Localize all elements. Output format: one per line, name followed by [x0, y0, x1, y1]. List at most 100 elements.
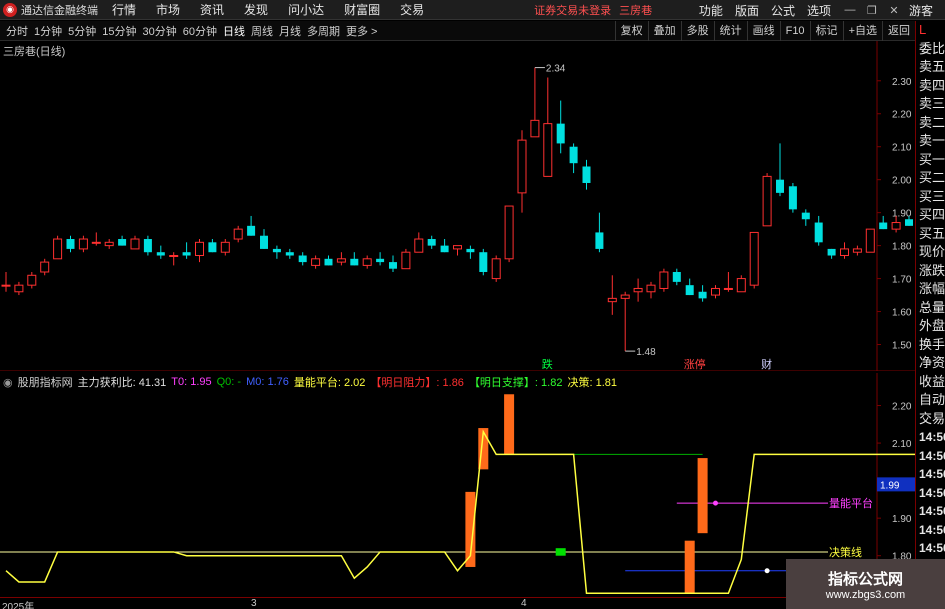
- sidebar-item[interactable]: 现价: [916, 243, 945, 262]
- sidebar-item[interactable]: 总量: [916, 299, 945, 318]
- indicator-bar: [697, 458, 708, 534]
- sidebar-item[interactable]: 买三: [916, 188, 945, 207]
- menu-discover[interactable]: 发现: [244, 1, 268, 18]
- indicator-name[interactable]: 股朋指标网: [18, 374, 73, 390]
- candle-body: [466, 248, 475, 253]
- tool-f10[interactable]: F10: [779, 21, 810, 41]
- candle-body: [698, 291, 707, 299]
- minimize-icon[interactable]: —: [843, 3, 857, 17]
- candle-body: [350, 258, 359, 266]
- candle-body: [840, 248, 849, 257]
- period-60min[interactable]: 60分钟: [183, 23, 217, 39]
- menu-news[interactable]: 资讯: [200, 1, 224, 18]
- period-1min[interactable]: 1分钟: [34, 23, 62, 39]
- candle-body: [27, 274, 37, 286]
- close-icon[interactable]: ✕: [887, 3, 901, 17]
- date-label: 4: [521, 598, 527, 609]
- sidebar-item[interactable]: 卖四: [916, 77, 945, 96]
- candle-body: [776, 179, 784, 193]
- candle-body: [852, 248, 862, 253]
- candle-body: [620, 294, 630, 299]
- candle-body: [607, 297, 617, 303]
- sidebar-item[interactable]: 14:56: [916, 484, 945, 503]
- sidebar-item[interactable]: 净资: [916, 354, 945, 373]
- candle-body: [530, 119, 540, 138]
- menu-layout[interactable]: 版面: [735, 2, 759, 19]
- restore-icon[interactable]: ❐: [865, 3, 879, 17]
- candle-body: [504, 205, 514, 260]
- price-tick-label: 1.80: [892, 242, 912, 253]
- platform-dot: [713, 500, 718, 506]
- candle-body: [376, 258, 385, 263]
- candle-body: [247, 225, 256, 236]
- menu-formula[interactable]: 公式: [771, 2, 795, 19]
- candle-body: [324, 258, 333, 266]
- period-multi[interactable]: 多周期: [307, 23, 340, 39]
- sidebar-item[interactable]: 卖一: [916, 132, 945, 151]
- period-daily[interactable]: 日线: [223, 23, 245, 39]
- sidebar-item[interactable]: 卖二: [916, 114, 945, 133]
- period-5min[interactable]: 5分钟: [68, 23, 96, 39]
- tool-add-watchlist[interactable]: +自选: [842, 21, 882, 41]
- period-toolbar: 分时 1分钟 5分钟 15分钟 30分钟 60分钟 日线 周线 月线 多周期 更…: [0, 21, 915, 41]
- candle-body: [582, 166, 591, 183]
- period-monthly[interactable]: 月线: [279, 23, 301, 39]
- sidebar-item[interactable]: 卖五: [916, 58, 945, 77]
- sidebar-item[interactable]: 外盘: [916, 317, 945, 336]
- sidebar-item[interactable]: 买四: [916, 206, 945, 225]
- menu-function[interactable]: 功能: [699, 2, 723, 19]
- menu-ask[interactable]: 问小达: [288, 1, 324, 18]
- guest-label[interactable]: 游客: [909, 2, 933, 19]
- tool-overlay[interactable]: 叠加: [647, 21, 681, 41]
- menu-market[interactable]: 市场: [156, 1, 180, 18]
- menu-trade[interactable]: 交易: [400, 1, 424, 18]
- sidebar-item[interactable]: 收益: [916, 373, 945, 392]
- sidebar-item[interactable]: 自动: [916, 391, 945, 410]
- menu-options[interactable]: 选项: [807, 2, 831, 19]
- sidebar-item[interactable]: 委比: [916, 40, 945, 59]
- candle-body: [646, 284, 656, 293]
- sidebar-item[interactable]: 14:56: [916, 539, 945, 558]
- tool-statistics[interactable]: 统计: [713, 21, 747, 41]
- sidebar-item[interactable]: 换手: [916, 336, 945, 355]
- sidebar-item[interactable]: 卖三: [916, 95, 945, 114]
- sidebar-item[interactable]: 买一: [916, 151, 945, 170]
- event-marker: 涨停: [684, 357, 706, 371]
- period-weekly[interactable]: 周线: [251, 23, 273, 39]
- sidebar-item[interactable]: 14:56: [916, 465, 945, 484]
- period-15min[interactable]: 15分钟: [102, 23, 136, 39]
- sidebar-item[interactable]: 14:56: [916, 502, 945, 521]
- menu-quotes[interactable]: 行情: [112, 1, 136, 18]
- sidebar-item[interactable]: 14:56: [916, 447, 945, 466]
- tool-mark[interactable]: 标记: [809, 21, 843, 41]
- period-30min[interactable]: 30分钟: [143, 23, 177, 39]
- app-logo-icon: ◉: [3, 2, 17, 17]
- tool-draw-line[interactable]: 画线: [746, 21, 780, 41]
- price-candlestick-chart[interactable]: 2.302.202.102.001.901.801.701.601.502.34…: [0, 41, 915, 371]
- sidebar-item[interactable]: 涨跌: [916, 262, 945, 281]
- candle-body: [311, 258, 321, 266]
- sidebar-item[interactable]: 买五: [916, 225, 945, 244]
- sidebar-item[interactable]: 买二: [916, 169, 945, 188]
- menu-wealth[interactable]: 财富圈: [344, 1, 380, 18]
- candle-body: [865, 228, 875, 253]
- indicator-gear-icon[interactable]: ◉: [3, 376, 13, 389]
- trade-login-status[interactable]: 证券交易未登录: [534, 2, 611, 18]
- sidebar-item[interactable]: 涨幅: [916, 280, 945, 299]
- period-more[interactable]: 更多 >: [346, 23, 377, 39]
- sidebar-item[interactable]: 14:56: [916, 428, 945, 447]
- candle-body: [14, 284, 24, 293]
- indicator-tick-label: 2.10: [892, 439, 912, 450]
- price-tick-label: 1.60: [892, 308, 912, 319]
- indicator-chart[interactable]: 2.202.102.001.901.801.99决策线量能平台地量反量能: [0, 373, 915, 597]
- candle-body: [491, 258, 501, 280]
- tool-multi-stock[interactable]: 多股: [680, 21, 714, 41]
- period-intraday[interactable]: 分时: [6, 23, 28, 39]
- candle-body: [389, 262, 397, 269]
- tool-restore-rights[interactable]: 复权: [614, 21, 648, 41]
- tool-back[interactable]: 返回: [882, 21, 915, 41]
- candle-body: [814, 222, 823, 243]
- sidebar-item[interactable]: L: [916, 21, 945, 40]
- sidebar-item[interactable]: 14:56: [916, 521, 945, 540]
- sidebar-item[interactable]: 交易: [916, 410, 945, 429]
